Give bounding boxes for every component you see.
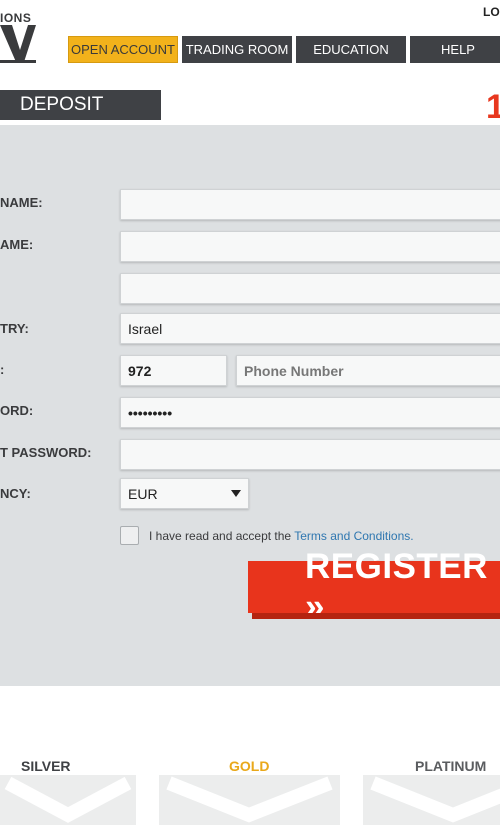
phone-number-field[interactable]: Phone Number (236, 355, 500, 386)
nav-open-account[interactable]: OPEN ACCOUNT (68, 36, 178, 63)
nav-help-label: HELP (441, 42, 475, 57)
tier-gold-label: GOLD (229, 758, 270, 774)
terms-link[interactable]: Terms and Conditions. (294, 529, 413, 543)
register-button-shadow (252, 613, 500, 619)
tab-deposit[interactable]: DEPOSIT (0, 90, 161, 120)
terms-prefix: I have read and accept the (149, 529, 295, 543)
tier-silver-card[interactable] (0, 775, 136, 825)
phone-label: : (0, 362, 5, 377)
login-link[interactable]: LO (483, 5, 500, 19)
dropdown-arrow-icon (231, 490, 241, 497)
register-button[interactable]: REGISTER » (248, 547, 500, 626)
tier-platinum-label: PLATINUM (415, 758, 487, 774)
currency-label: NCY: (0, 486, 31, 501)
tier-gold-card[interactable] (159, 775, 340, 825)
first-name-field[interactable] (120, 189, 500, 220)
confirm-password-label: T PASSWORD: (0, 445, 92, 460)
phone-code-field[interactable]: 972 (120, 355, 227, 386)
currency-value: EUR (128, 485, 158, 502)
chevron-down-icon (166, 776, 333, 823)
chevron-down-icon (4, 776, 132, 823)
currency-select[interactable]: EUR (120, 478, 249, 509)
nav-education[interactable]: EDUCATION (296, 36, 406, 63)
last-name-field[interactable] (120, 231, 500, 262)
confirm-password-field[interactable] (120, 439, 500, 470)
nav-trading-room[interactable]: TRADING ROOM (182, 36, 292, 63)
tier-silver-label: SILVER (21, 758, 71, 774)
country-field[interactable]: Israel (120, 313, 500, 344)
chevron-down-icon (370, 776, 500, 823)
terms-text: I have read and accept the Terms and Con… (149, 529, 414, 543)
country-label: TRY: (0, 321, 29, 336)
terms-checkbox[interactable] (120, 526, 139, 545)
email-field[interactable] (120, 273, 500, 304)
password-label: ORD: (0, 403, 34, 418)
last-name-label: AME: (0, 237, 34, 252)
tier-platinum-card[interactable] (363, 775, 500, 825)
first-name-label: NAME: (0, 195, 43, 210)
password-field[interactable]: ••••••••• (120, 397, 500, 428)
red-glyph: 1 (486, 88, 500, 126)
logo-mark-icon (0, 20, 36, 64)
nav-help[interactable]: HELP (410, 36, 500, 63)
